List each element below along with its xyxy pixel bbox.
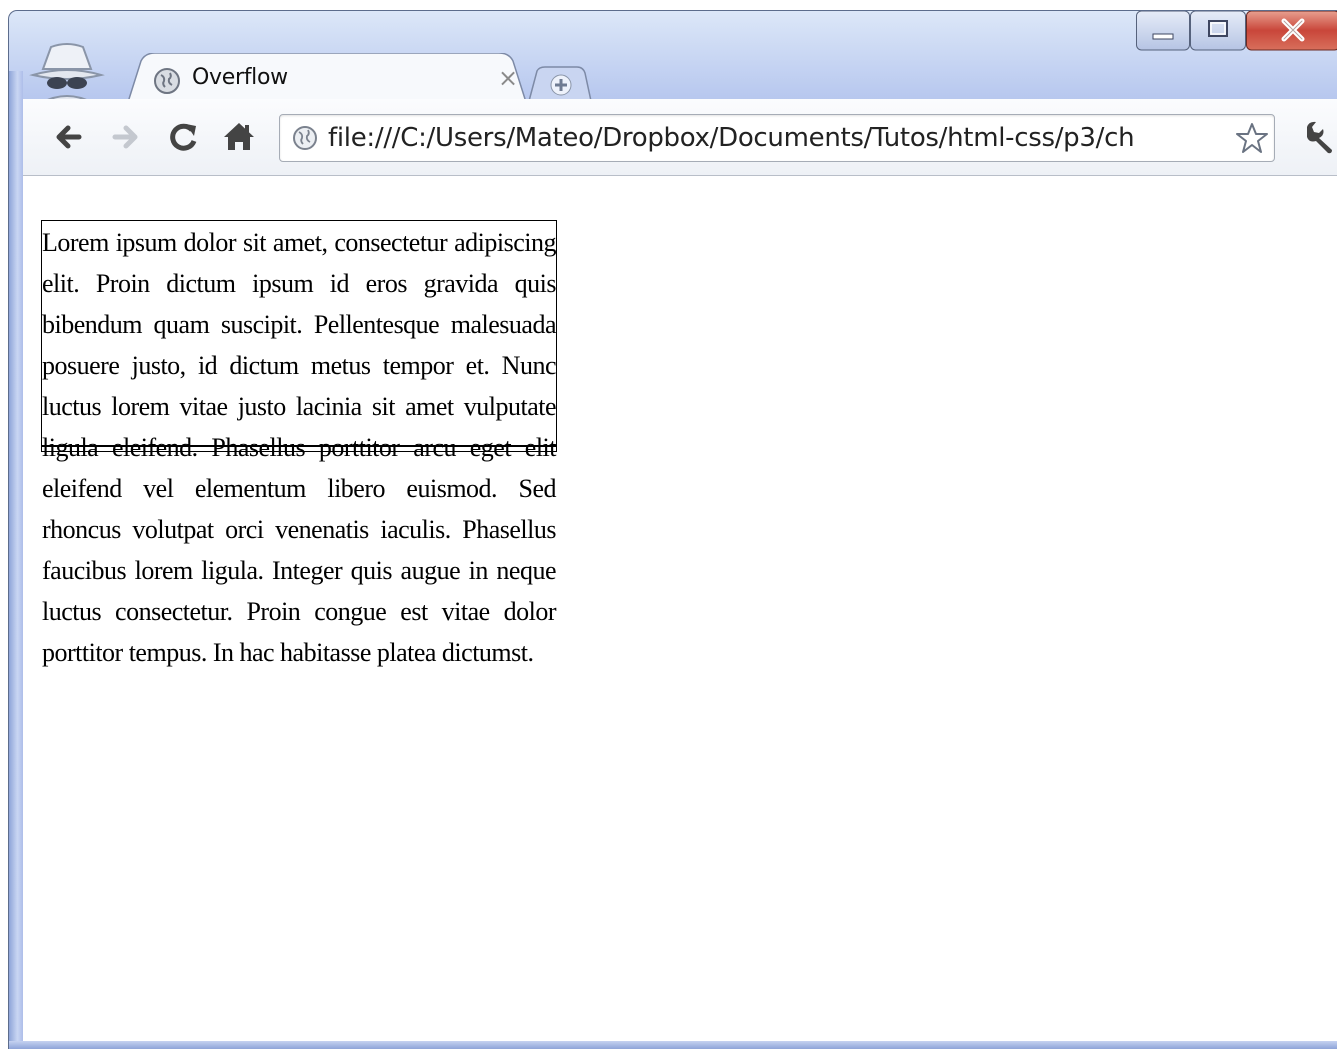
back-arrow-icon[interactable] <box>49 117 89 157</box>
home-icon[interactable] <box>219 117 259 157</box>
globe-icon[interactable] <box>292 125 318 151</box>
globe-icon <box>153 67 181 95</box>
lorem-paragraph: Lorem ipsum dolor sit amet, consectetur … <box>42 222 556 673</box>
plus-icon[interactable] <box>525 65 595 103</box>
browser-toolbar: file:///C:/Users/Mateo/Dropbox/Documents… <box>23 99 1337 176</box>
forward-arrow-icon[interactable] <box>105 117 145 157</box>
close-icon[interactable] <box>1246 11 1337 51</box>
window-frame-left <box>9 71 23 1049</box>
star-icon[interactable] <box>1234 121 1270 155</box>
tab-title: Overflow <box>192 65 288 90</box>
box-bottom-border <box>42 445 556 447</box>
incognito-icon <box>29 39 105 105</box>
url-text[interactable]: file:///C:/Users/Mateo/Dropbox/Documents… <box>328 121 1228 155</box>
page-content: Lorem ipsum dolor sit amet, consectetur … <box>23 176 1337 1041</box>
maximize-icon[interactable] <box>1190 11 1246 51</box>
minimize-icon[interactable] <box>1136 11 1190 51</box>
browser-window: Overflow × <box>8 10 1337 1049</box>
address-bar[interactable]: file:///C:/Users/Mateo/Dropbox/Documents… <box>279 114 1275 162</box>
close-tab-icon[interactable]: × <box>495 65 521 91</box>
wrench-icon[interactable] <box>1299 117 1337 157</box>
reload-icon[interactable] <box>163 117 203 157</box>
